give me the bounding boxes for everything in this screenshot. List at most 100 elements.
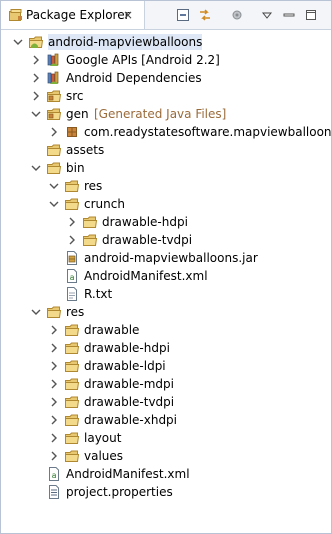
folder-icon	[46, 142, 62, 158]
tree-item-drawable-tvdpi[interactable]: drawable-tvdpi	[1, 231, 331, 249]
tree-item-bin[interactable]: bin	[1, 159, 331, 177]
focus-task-icon[interactable]	[229, 7, 245, 23]
tree-item-com-readystatesoftware-mapviewballoons[interactable]: com.readystatesoftware.mapviewballoons	[1, 123, 332, 141]
tree-item-drawable-xhdpi[interactable]: drawable-xhdpi	[1, 411, 331, 429]
collapsed-arrow-icon[interactable]	[31, 54, 41, 66]
tree-item-values[interactable]: values	[1, 447, 331, 465]
tree-item-label: res	[84, 179, 103, 193]
folder-icon	[64, 430, 80, 446]
tree-item-label: res	[66, 305, 85, 319]
collapsed-arrow-icon[interactable]	[49, 378, 59, 390]
tree-item-label: AndroidManifest.xml	[84, 269, 208, 283]
library-icon	[46, 70, 62, 86]
tree-item-r-txt[interactable]: R.txt	[1, 285, 331, 303]
tree-item-drawable-tvdpi[interactable]: drawable-tvdpi	[1, 393, 331, 411]
tree-item-label: R.txt	[84, 287, 113, 301]
collapsed-arrow-icon[interactable]	[49, 342, 59, 354]
tree-item-android-dependencies[interactable]: Android Dependencies	[1, 69, 331, 87]
tree-item-gen[interactable]: gen [Generated Java Files]	[1, 105, 331, 123]
collapsed-arrow-icon[interactable]	[49, 396, 59, 408]
tree-item-label: drawable	[84, 323, 140, 337]
expanded-arrow-icon[interactable]	[31, 108, 41, 120]
view-menu-icon[interactable]	[259, 7, 275, 23]
collapsed-arrow-icon[interactable]	[49, 432, 59, 444]
text-file-icon	[64, 286, 80, 302]
collapsed-arrow-icon[interactable]	[67, 216, 77, 228]
folder-icon	[64, 358, 80, 374]
tree-item-label: project.properties	[66, 485, 173, 499]
folder-icon	[64, 412, 80, 428]
tree-item-label: AndroidManifest.xml	[66, 467, 190, 481]
folder-icon	[64, 376, 80, 392]
folder-icon	[82, 232, 98, 248]
tree-item-src[interactable]: src	[1, 87, 331, 105]
tree-item-label: drawable-ldpi	[84, 359, 166, 373]
package-explorer-tab[interactable]: Package Explorer ×	[1, 1, 145, 29]
tree-item-res[interactable]: res	[1, 177, 331, 195]
collapsed-arrow-icon[interactable]	[49, 360, 59, 372]
collapsed-arrow-icon[interactable]	[49, 126, 59, 138]
tree-item-google-apis-android-2-2[interactable]: Google APIs [Android 2.2]	[1, 51, 331, 69]
tree-item-androidmanifest-xml[interactable]: a AndroidManifest.xml	[1, 267, 331, 285]
view-title: Package Explorer	[26, 8, 130, 22]
tree-item-label: com.readystatesoftware.mapviewballoons	[84, 125, 332, 139]
tree-item-res[interactable]: res	[1, 303, 331, 321]
tree-item-label: Android Dependencies	[66, 71, 202, 85]
collapsed-arrow-icon[interactable]	[31, 90, 41, 102]
tree-item-drawable-hdpi[interactable]: drawable-hdpi	[1, 213, 331, 231]
tree-item-label: src	[66, 89, 84, 103]
tree-item-label: gen	[66, 107, 89, 121]
tree-item-drawable-mdpi[interactable]: drawable-mdpi	[1, 375, 331, 393]
expanded-arrow-icon[interactable]	[31, 162, 41, 174]
view-tab-bar: Package Explorer ×	[1, 1, 331, 30]
tree-item-label: android-mapviewballoons	[48, 34, 203, 50]
folder-icon	[64, 448, 80, 464]
xml-file-icon: a	[64, 268, 80, 284]
collapsed-arrow-icon[interactable]	[49, 450, 59, 462]
jar-icon	[64, 250, 80, 266]
collapsed-arrow-icon[interactable]	[49, 414, 59, 426]
tree-item-label: drawable-hdpi	[84, 341, 170, 355]
tree-item-drawable-ldpi[interactable]: drawable-ldpi	[1, 357, 331, 375]
tree-item-label: values	[84, 449, 124, 463]
tree-item-project-properties[interactable]: project.properties	[1, 483, 331, 501]
close-view-button[interactable]: ×	[123, 8, 133, 22]
tree-item-label: drawable-hdpi	[102, 215, 188, 229]
tree-item-drawable[interactable]: drawable	[1, 321, 331, 339]
tree-item-label: bin	[66, 161, 85, 175]
expanded-arrow-icon[interactable]	[49, 198, 59, 210]
tree-item-android-mapviewballoons-jar[interactable]: android-mapviewballoons.jar	[1, 249, 331, 267]
tree-item-label: Google APIs [Android 2.2]	[66, 53, 220, 67]
folder-icon	[46, 304, 62, 320]
expanded-arrow-icon[interactable]	[31, 306, 41, 318]
package-explorer-view: Package Explorer × android-mapviewballoo…	[0, 0, 332, 534]
package-explorer-icon	[9, 9, 23, 22]
link-with-editor-icon[interactable]	[197, 7, 213, 23]
properties-file-icon	[46, 484, 62, 500]
expanded-arrow-icon[interactable]	[49, 180, 59, 192]
tree-item-assets[interactable]: assets	[1, 141, 331, 159]
folder-icon	[46, 160, 62, 176]
android-project-icon	[28, 34, 44, 50]
tree-item-androidmanifest-xml[interactable]: a AndroidManifest.xml	[1, 465, 331, 483]
svg-text:a: a	[52, 471, 57, 480]
library-icon	[46, 52, 62, 68]
tree-item-android-mapviewballoons[interactable]: android-mapviewballoons	[1, 33, 331, 51]
folder-icon	[64, 322, 80, 338]
tree-item-decoration: [Generated Java Files]	[94, 107, 227, 121]
collapsed-arrow-icon[interactable]	[31, 72, 41, 84]
expanded-arrow-icon[interactable]	[13, 36, 23, 48]
tree-item-label: drawable-xhdpi	[84, 413, 178, 427]
collapsed-arrow-icon[interactable]	[67, 234, 77, 246]
minimize-icon[interactable]	[281, 7, 297, 23]
collapse-all-icon[interactable]	[175, 7, 191, 23]
tree-item-drawable-hdpi[interactable]: drawable-hdpi	[1, 339, 331, 357]
source-folder-icon	[46, 106, 62, 122]
tree-item-label: drawable-mdpi	[84, 377, 174, 391]
folder-icon	[82, 214, 98, 230]
tree-item-crunch[interactable]: crunch	[1, 195, 331, 213]
maximize-icon[interactable]	[303, 7, 319, 23]
tree-item-layout[interactable]: layout	[1, 429, 331, 447]
collapsed-arrow-icon[interactable]	[49, 324, 59, 336]
tree-item-label: android-mapviewballoons.jar	[84, 251, 258, 265]
